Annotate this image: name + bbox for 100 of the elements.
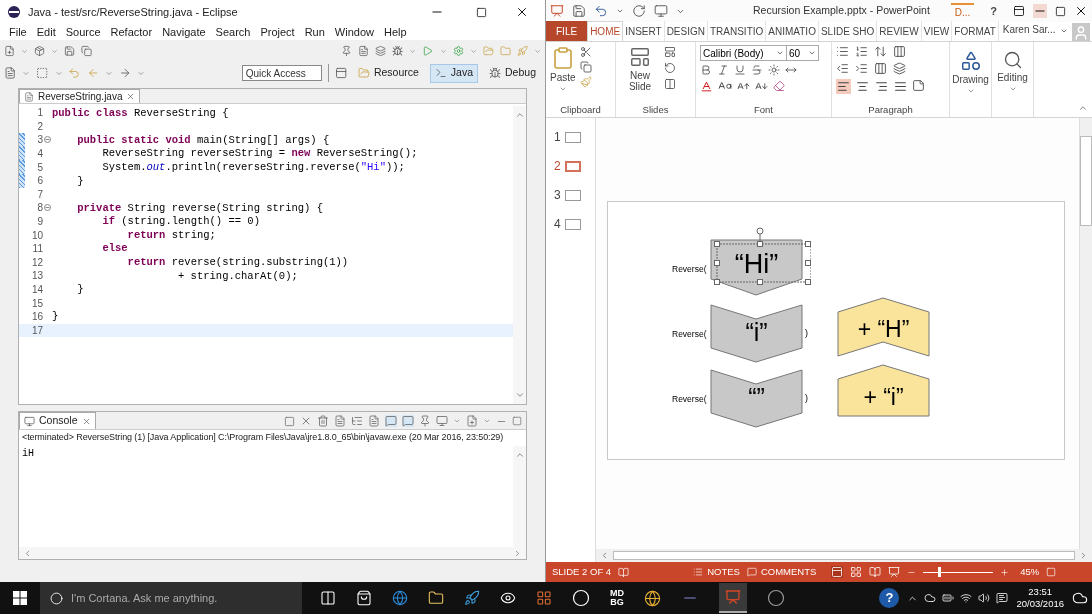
line-number: 5 (36, 160, 43, 175)
line-number: 12 (30, 255, 43, 270)
tab-label: ReverseString.java (38, 90, 123, 104)
line-number: 13 (30, 269, 43, 284)
ribbon-tab[interactable]: HOME (587, 21, 624, 41)
line-number: 8 (36, 201, 43, 216)
line-number: 14 (30, 283, 43, 297)
zoom-percent[interactable]: 45% (1020, 564, 1040, 580)
menu-item[interactable]: Window (329, 23, 379, 41)
ribbon-tab[interactable]: TRANSITIO (707, 21, 767, 41)
menu-item[interactable]: Project (255, 23, 300, 41)
code-line: ReverseString reverseString = new ReverseString(); (101, 148, 418, 159)
notes-button[interactable]: NOTES (693, 564, 740, 580)
new-slide-button[interactable]: New Slide (620, 46, 660, 92)
code-line: if (string.length() == 0) (101, 216, 260, 227)
window-title: Recursion Example.pptx - PowerPoint (753, 3, 930, 19)
slide-counter: SLIDE 2 OF 4 (552, 564, 612, 579)
console-output: iH (21, 446, 35, 461)
code-line: + string.charAt(0); (177, 270, 298, 282)
group-label: Clipboard (559, 102, 602, 117)
slide-number: 3 (554, 187, 561, 204)
shape-text: “” (748, 384, 765, 410)
field-value: Calibri (Body) (703, 46, 764, 61)
slide-number: 1 (554, 129, 561, 146)
quick-access-field[interactable]: Quick Access (241, 65, 322, 81)
menu-item[interactable]: Source (60, 23, 106, 41)
group-label: Font (753, 102, 774, 117)
ribbon-tab[interactable]: REVIEW (877, 21, 922, 41)
menu-item[interactable]: Refactor (105, 23, 158, 41)
shape-text: “i” (745, 319, 768, 345)
shape-text: “Hi” (734, 250, 779, 278)
help-button[interactable]: ? (982, 2, 1005, 20)
file-tab[interactable]: FILE (546, 21, 588, 41)
ribbon-tab[interactable]: FORMAT (952, 21, 999, 41)
call-label: Reverse( (672, 262, 708, 276)
ribbon-tab[interactable]: INSERT (623, 21, 665, 41)
ribbon-tab[interactable]: VIEW (921, 21, 953, 41)
line-number: 10 (30, 228, 43, 243)
line-number: 7 (36, 187, 43, 202)
code-line: private String reverse(String string) { (76, 202, 323, 214)
line-number: 2 (36, 119, 43, 134)
comments-button[interactable]: COMMENTS (746, 564, 817, 580)
menu-item[interactable]: Help (379, 23, 412, 41)
clock-time: 23:51 (1028, 586, 1053, 598)
console-tab[interactable]: Console (19, 412, 96, 429)
help-icon[interactable]: ? (879, 588, 900, 608)
code-line: } (76, 175, 84, 186)
menu-item[interactable]: Search (210, 23, 256, 41)
tab-label: Console (39, 413, 78, 429)
code-line: return reverse(string.substring(1)) (126, 257, 349, 268)
menu-item[interactable]: Run (299, 23, 330, 41)
perspective-button[interactable]: Java (429, 63, 479, 83)
editor-tab[interactable]: ReverseString.java (19, 89, 141, 103)
shape-text: + “H” (857, 317, 910, 341)
call-label: Reverse( (672, 327, 708, 341)
perspective-button[interactable]: Debug (484, 63, 541, 83)
menu-item[interactable]: File (4, 23, 32, 41)
line-number: 4 (36, 147, 43, 162)
ribbon-tab[interactable]: DESIGN (664, 21, 708, 41)
call-label: ) (805, 392, 808, 406)
clock-date: 20/03/2016 (1016, 598, 1064, 610)
ribbon-tab[interactable]: SLIDE SHO (818, 21, 878, 41)
code-line: System.out.println(reverseString.reverse("Hi")); (101, 161, 405, 173)
line-number: 6 (36, 174, 43, 189)
call-label: Reverse( (672, 392, 708, 406)
line-number: 3 (36, 133, 43, 148)
line-number: 17 (30, 323, 43, 338)
slide-number: 2 (554, 158, 561, 175)
group-label: Paragraph (867, 102, 914, 117)
paste-button[interactable]: Paste (550, 46, 576, 93)
menu-item[interactable]: Edit (31, 23, 61, 41)
field-value: 60 (789, 46, 801, 61)
perspective-button[interactable]: Resource (352, 63, 424, 83)
line-number: 1 (36, 106, 43, 121)
call-label: ) (805, 327, 808, 341)
line-number: 15 (30, 296, 43, 311)
code-line: return string; (126, 229, 216, 241)
search-box[interactable]: I'm Cortana. Ask me anything. (40, 582, 302, 614)
code-line: else (101, 243, 128, 254)
dictionary-tile[interactable]: MD BG (610, 589, 624, 607)
code-line: public class ReverseString { (52, 107, 229, 119)
editing-button[interactable]: Editing (992, 42, 1034, 117)
console-header: <terminated> ReverseString (1) [Java Application] C:\Program Files\Java\jre1.8.0_65\bin\javaw.exe (20 Mar 2016, 23:50:29) (21, 431, 505, 444)
code-line: } (76, 284, 84, 295)
slide-number: 4 (554, 216, 561, 233)
font-name-field[interactable]: Calibri (Body) (700, 45, 787, 61)
alert-label[interactable]: D... (950, 2, 975, 20)
code-line: public static void main(String[] args) { (76, 134, 330, 146)
menu-item[interactable]: Navigate (157, 23, 211, 41)
window-title: Java - test/src/ReverseString.java - Eclipse (28, 4, 238, 20)
ribbon-tab[interactable]: ANIMATIO (766, 21, 819, 41)
line-number: 9 (36, 215, 43, 230)
group-label: Slides (641, 102, 670, 117)
shape-text: + “i” (863, 385, 904, 409)
drawing-button[interactable]: Drawing (950, 42, 992, 117)
line-number: 11 (31, 242, 43, 257)
user-name[interactable]: Karen Sar... (1002, 22, 1056, 37)
code-line: } (52, 311, 59, 322)
search-field[interactable]: I'm Cortana. Ask me anything. (71, 589, 292, 607)
font-size-field[interactable]: 60 (787, 45, 819, 61)
